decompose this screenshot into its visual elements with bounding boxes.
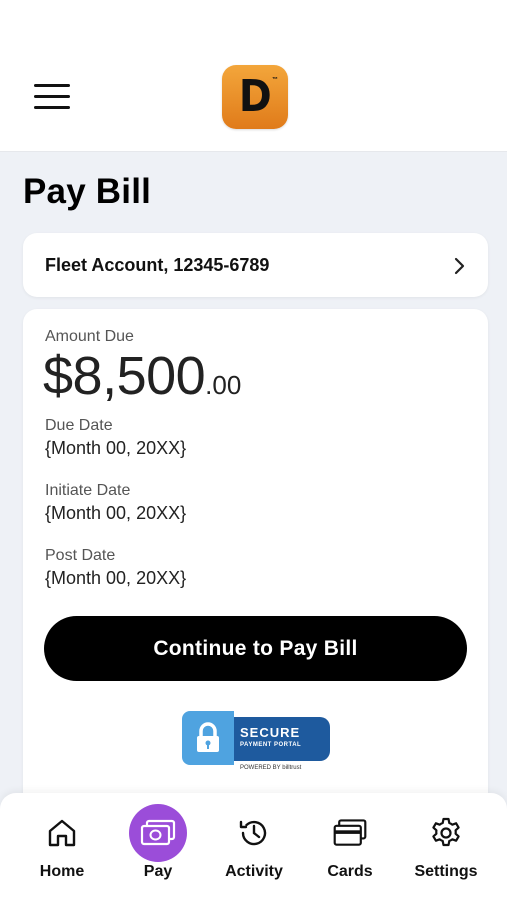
- nav-settings[interactable]: Settings: [398, 793, 494, 900]
- gear-icon: [428, 815, 464, 851]
- due-date-value: {Month 00, 20XX}: [45, 438, 187, 458]
- chevron-right-icon: [454, 257, 465, 275]
- amount-due-label: Amount Due: [45, 328, 134, 345]
- due-date-label: Due Date: [45, 417, 113, 434]
- initiate-date-value: {Month 00, 20XX}: [45, 503, 187, 523]
- powered-by-billtrust: POWERED BY billtrust: [240, 765, 302, 771]
- secure-title: SECURE: [240, 725, 301, 740]
- nav-home[interactable]: Home: [14, 793, 110, 900]
- lock-icon: [182, 711, 234, 765]
- secure-subtitle: PAYMENT PORTAL: [240, 742, 302, 748]
- nav-pay[interactable]: Pay: [110, 793, 206, 900]
- card-icon: [332, 815, 368, 851]
- continue-to-pay-button[interactable]: Continue to Pay Bill: [44, 616, 467, 681]
- secure-badge-banner: SECURE PAYMENT PORTAL: [230, 717, 330, 761]
- page-title: Pay Bill: [23, 172, 152, 211]
- nav-label-settings: Settings: [414, 863, 478, 880]
- logo-trademark: ™: [272, 77, 278, 83]
- initiate-date-label: Initiate Date: [45, 482, 131, 499]
- app-logo: D ™: [222, 65, 288, 129]
- hamburger-menu-icon[interactable]: [34, 84, 72, 112]
- bottom-navigation: Home Pay Activity Cards Settings: [0, 793, 507, 900]
- account-label: Fleet Account, 12345-6789: [45, 255, 270, 275]
- amount-due-value: $8,500.00: [43, 345, 241, 407]
- nav-label-pay: Pay: [143, 863, 173, 880]
- account-selector[interactable]: Fleet Account, 12345-6789: [23, 233, 488, 297]
- nav-label-activity: Activity: [225, 863, 283, 880]
- home-icon: [44, 815, 80, 851]
- secure-payment-badge: SECURE PAYMENT PORTAL POWERED BY billtru…: [182, 711, 332, 773]
- app-header: D ™: [0, 0, 507, 152]
- amount-cents: .00: [205, 370, 242, 400]
- money-icon: [129, 804, 187, 862]
- nav-activity[interactable]: Activity: [206, 793, 302, 900]
- post-date-label: Post Date: [45, 547, 116, 564]
- logo-letter: D: [238, 71, 272, 122]
- bill-details-card: Amount Due $8,500.00 Due Date {Month 00,…: [23, 309, 488, 829]
- history-icon: [236, 815, 272, 851]
- post-date-value: {Month 00, 20XX}: [45, 568, 187, 588]
- nav-cards[interactable]: Cards: [302, 793, 398, 900]
- nav-label-home: Home: [39, 863, 85, 880]
- nav-label-cards: Cards: [327, 863, 373, 880]
- amount-dollars: $8,500: [43, 346, 206, 406]
